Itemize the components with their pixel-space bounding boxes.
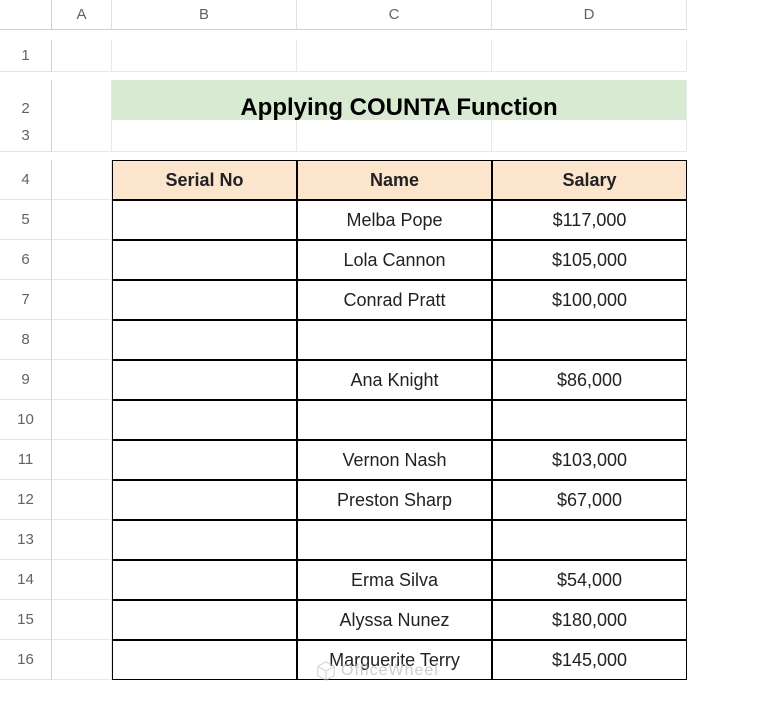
cell-A4[interactable]	[52, 160, 112, 200]
cell-B10[interactable]	[112, 400, 297, 440]
header-salary[interactable]: Salary	[492, 160, 687, 200]
cell-C13[interactable]	[297, 520, 492, 560]
cell-B3[interactable]	[112, 120, 297, 152]
cell-B6[interactable]	[112, 240, 297, 280]
col-header-A[interactable]: A	[52, 0, 112, 30]
cell-A15[interactable]	[52, 600, 112, 640]
cell-D9[interactable]: $86,000	[492, 360, 687, 400]
cell-D3[interactable]	[492, 120, 687, 152]
row-header-6[interactable]: 6	[0, 240, 52, 280]
row-header-7[interactable]: 7	[0, 280, 52, 320]
cell-D14[interactable]: $54,000	[492, 560, 687, 600]
cell-C12[interactable]: Preston Sharp	[297, 480, 492, 520]
corner-cell[interactable]	[0, 0, 52, 30]
cell-D6[interactable]: $105,000	[492, 240, 687, 280]
cell-B15[interactable]	[112, 600, 297, 640]
cell-C11[interactable]: Vernon Nash	[297, 440, 492, 480]
cell-B11[interactable]	[112, 440, 297, 480]
cell-C14[interactable]: Erma Silva	[297, 560, 492, 600]
row-header-11[interactable]: 11	[0, 440, 52, 480]
cell-D10[interactable]	[492, 400, 687, 440]
cell-D13[interactable]	[492, 520, 687, 560]
spreadsheet-grid: A B C D 1 2 Applying COUNTA Function 3 4…	[0, 0, 768, 680]
cell-C15[interactable]: Alyssa Nunez	[297, 600, 492, 640]
row-header-3[interactable]: 3	[0, 120, 52, 152]
row-header-14[interactable]: 14	[0, 560, 52, 600]
cell-B8[interactable]	[112, 320, 297, 360]
cell-A6[interactable]	[52, 240, 112, 280]
cell-B5[interactable]	[112, 200, 297, 240]
cell-A8[interactable]	[52, 320, 112, 360]
col-header-C[interactable]: C	[297, 0, 492, 30]
cell-A11[interactable]	[52, 440, 112, 480]
cell-B7[interactable]	[112, 280, 297, 320]
cell-C10[interactable]	[297, 400, 492, 440]
cell-C9[interactable]: Ana Knight	[297, 360, 492, 400]
cell-C8[interactable]	[297, 320, 492, 360]
cell-A12[interactable]	[52, 480, 112, 520]
row-header-16[interactable]: 16	[0, 640, 52, 680]
cell-D15[interactable]: $180,000	[492, 600, 687, 640]
col-header-B[interactable]: B	[112, 0, 297, 30]
cell-A5[interactable]	[52, 200, 112, 240]
cell-C6[interactable]: Lola Cannon	[297, 240, 492, 280]
cell-D1[interactable]	[492, 40, 687, 72]
cell-A3[interactable]	[52, 120, 112, 152]
row-header-10[interactable]: 10	[0, 400, 52, 440]
cell-A10[interactable]	[52, 400, 112, 440]
cell-D8[interactable]	[492, 320, 687, 360]
row-header-4[interactable]: 4	[0, 160, 52, 200]
row-header-5[interactable]: 5	[0, 200, 52, 240]
cell-A13[interactable]	[52, 520, 112, 560]
cell-B13[interactable]	[112, 520, 297, 560]
cell-D7[interactable]: $100,000	[492, 280, 687, 320]
cell-D11[interactable]: $103,000	[492, 440, 687, 480]
cell-C16[interactable]: Marguerite Terry	[297, 640, 492, 680]
cell-C5[interactable]: Melba Pope	[297, 200, 492, 240]
cell-B16[interactable]	[112, 640, 297, 680]
cell-C3[interactable]	[297, 120, 492, 152]
header-name[interactable]: Name	[297, 160, 492, 200]
cell-A9[interactable]	[52, 360, 112, 400]
cell-D12[interactable]: $67,000	[492, 480, 687, 520]
cell-D16[interactable]: $145,000	[492, 640, 687, 680]
cell-A7[interactable]	[52, 280, 112, 320]
cell-A14[interactable]	[52, 560, 112, 600]
row-header-1[interactable]: 1	[0, 40, 52, 72]
cell-D5[interactable]: $117,000	[492, 200, 687, 240]
row-header-15[interactable]: 15	[0, 600, 52, 640]
header-serial[interactable]: Serial No	[112, 160, 297, 200]
cell-A16[interactable]	[52, 640, 112, 680]
row-header-9[interactable]: 9	[0, 360, 52, 400]
cell-C7[interactable]: Conrad Pratt	[297, 280, 492, 320]
cell-B14[interactable]	[112, 560, 297, 600]
cell-C1[interactable]	[297, 40, 492, 72]
cell-B1[interactable]	[112, 40, 297, 72]
cell-B9[interactable]	[112, 360, 297, 400]
row-header-8[interactable]: 8	[0, 320, 52, 360]
row-header-13[interactable]: 13	[0, 520, 52, 560]
col-header-D[interactable]: D	[492, 0, 687, 30]
cell-B12[interactable]	[112, 480, 297, 520]
row-header-12[interactable]: 12	[0, 480, 52, 520]
cell-A1[interactable]	[52, 40, 112, 72]
